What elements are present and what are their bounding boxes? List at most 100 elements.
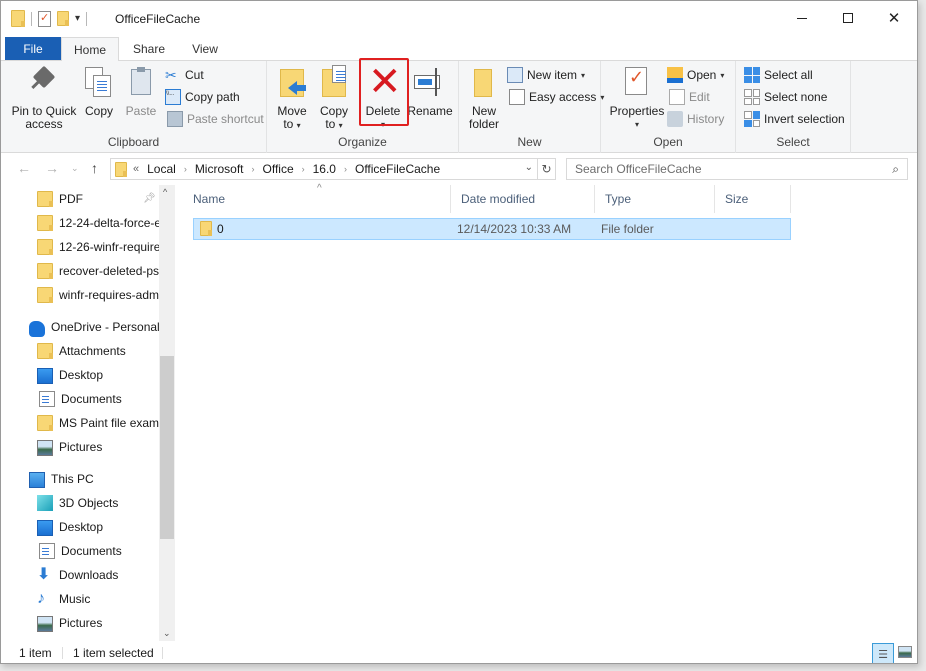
address-dropdown-icon[interactable]: ⌄ — [525, 162, 533, 173]
desktop-icon — [37, 368, 53, 384]
paste-button[interactable]: Paste — [125, 65, 157, 118]
column-header-type[interactable]: Type — [595, 185, 715, 213]
breadcrumb-item[interactable]: Local — [147, 162, 176, 176]
copy-path-button[interactable]: \\... Copy path — [165, 87, 240, 107]
invert-selection-button[interactable]: Invert selection — [744, 109, 845, 129]
close-button[interactable]: ✕ — [871, 1, 917, 35]
new-item-button[interactable]: New item ▾ — [507, 65, 585, 85]
chevron-right-icon[interactable]: › — [302, 164, 305, 174]
move-to-button[interactable]: Move to ▾ — [275, 65, 309, 132]
folder-icon — [37, 263, 53, 279]
pin-to-quick-access-button[interactable]: Pin to Quick access — [9, 65, 79, 131]
new-group: New folder New item ▾ Easy access ▾ New — [459, 61, 604, 153]
tab-share[interactable]: Share — [123, 37, 175, 61]
back-arrow-icon[interactable]: ← — [17, 160, 31, 176]
column-label: Date modified — [461, 192, 536, 206]
column-header-date-modified[interactable]: Date modified — [451, 185, 595, 213]
breadcrumb-item[interactable]: Microsoft — [195, 162, 244, 176]
open-folder-icon — [667, 67, 683, 83]
large-icons-view-button[interactable] — [898, 646, 912, 658]
breadcrumb-overflow[interactable]: « — [133, 163, 139, 175]
nav-item-quick-access[interactable]: recover-deleted-ps — [37, 259, 159, 283]
address-bar[interactable]: « Local › Microsoft › Office › 16.0 › Of… — [110, 158, 556, 180]
up-arrow-icon[interactable]: ↑ — [91, 160, 98, 176]
minimize-button[interactable] — [779, 1, 825, 35]
nav-item-label: Attachments — [59, 344, 126, 358]
nav-item-downloads[interactable]: ⬇ Downloads — [37, 563, 159, 587]
folder-icon — [37, 191, 53, 207]
nav-item-pictures[interactable]: Pictures — [37, 611, 159, 635]
folder-icon — [11, 10, 25, 27]
column-label: Type — [605, 192, 632, 206]
nav-item-label: OneDrive - Personal — [51, 320, 159, 334]
breadcrumb: « Local › Microsoft › Office › 16.0 › Of… — [133, 162, 440, 176]
forward-arrow-icon[interactable]: → — [45, 160, 59, 176]
sort-ascending-icon: ^ — [317, 183, 322, 194]
scroll-down-icon[interactable]: ⌄ — [163, 628, 171, 639]
nav-item-quick-access[interactable]: 12-24-delta-force-e — [37, 211, 159, 235]
cut-button[interactable]: ✂ Cut — [165, 65, 204, 85]
edit-button[interactable]: Edit — [669, 87, 710, 107]
copy-icon — [83, 65, 115, 99]
easy-access-button[interactable]: Easy access ▾ — [509, 87, 604, 107]
maximize-button[interactable] — [825, 1, 871, 35]
column-header-size[interactable]: Size — [715, 185, 791, 213]
nav-item-attachments[interactable]: Attachments — [37, 339, 159, 363]
chevron-right-icon[interactable]: › — [252, 164, 255, 174]
copy-to-button[interactable]: Copy to ▾ — [317, 65, 351, 132]
nav-item-pdf[interactable]: PDF — [37, 187, 159, 211]
column-label: Name — [193, 192, 226, 206]
nav-pane-scrollbar[interactable]: ^ ⌄ — [159, 185, 175, 641]
refresh-icon[interactable]: ↻ — [537, 159, 555, 179]
nav-item-label: 12-26-winfr-require — [59, 240, 159, 254]
breadcrumb-item[interactable]: OfficeFileCache — [355, 162, 440, 176]
file-row[interactable]: 0 12/14/2023 10:33 AM File folder — [193, 218, 791, 240]
recent-locations-chevron-icon[interactable]: ⌄ — [71, 163, 79, 174]
details-view-button[interactable]: ☰ — [872, 643, 894, 663]
properties-button[interactable]: Properties ▾ — [607, 65, 667, 131]
nav-item-onedrive-documents[interactable]: Documents — [37, 387, 159, 411]
tab-file[interactable]: File — [5, 37, 61, 60]
paste-shortcut-icon — [167, 111, 183, 127]
copy-button[interactable]: Copy — [83, 65, 115, 118]
tab-view[interactable]: View — [179, 37, 231, 61]
rename-button[interactable]: Rename — [407, 65, 453, 118]
breadcrumb-item[interactable]: Office — [263, 162, 294, 176]
tab-home[interactable]: Home — [61, 37, 119, 62]
nav-item-onedrive[interactable]: OneDrive - Personal — [29, 315, 159, 339]
new-folder-button[interactable]: New folder — [467, 65, 501, 131]
open-button[interactable]: Open ▾ — [667, 65, 724, 85]
delete-button[interactable]: ✕ Delete ▾ — [363, 59, 403, 131]
paste-shortcut-button[interactable]: Paste shortcut — [167, 109, 264, 129]
nav-item-quick-access[interactable]: winfr-requires-adm — [37, 283, 159, 307]
scrollbar-thumb[interactable] — [160, 356, 174, 539]
new-group-label: New — [517, 135, 542, 149]
chevron-right-icon[interactable]: › — [184, 164, 187, 174]
minimize-icon — [797, 17, 807, 19]
pin-label-line2: access — [25, 117, 63, 131]
nav-item-onedrive-desktop[interactable]: Desktop — [37, 363, 159, 387]
nav-item-onedrive-pictures[interactable]: Pictures — [37, 435, 159, 459]
separator — [162, 647, 163, 659]
nav-item-music[interactable]: ♪ Music — [37, 587, 159, 611]
customize-qat-dropdown[interactable]: ▾ — [75, 13, 80, 24]
search-input[interactable]: Search OfficeFileCache ⌕ — [566, 158, 908, 180]
nav-item-this-pc[interactable]: This PC — [29, 467, 159, 491]
select-all-button[interactable]: Select all — [744, 65, 813, 85]
easy-access-label: Easy access — [529, 90, 597, 104]
new-folder-qat-icon[interactable] — [57, 11, 69, 26]
scroll-up-icon[interactable]: ^ — [163, 187, 167, 197]
nav-item-ms-paint[interactable]: MS Paint file examp — [37, 411, 159, 435]
nav-item-documents[interactable]: Documents — [37, 539, 159, 563]
chevron-right-icon[interactable]: › — [344, 164, 347, 174]
history-button[interactable]: History — [667, 109, 724, 129]
new-item-icon — [507, 67, 523, 83]
nav-item-3d-objects[interactable]: 3D Objects — [37, 491, 159, 515]
nav-item-label: Pictures — [59, 616, 103, 630]
delete-x-icon: ✕ — [368, 59, 402, 105]
nav-item-quick-access[interactable]: 12-26-winfr-require — [37, 235, 159, 259]
properties-qat-icon[interactable] — [38, 10, 51, 27]
nav-item-desktop[interactable]: Desktop — [37, 515, 159, 539]
select-none-button[interactable]: Select none — [744, 87, 827, 107]
breadcrumb-item[interactable]: 16.0 — [313, 162, 336, 176]
